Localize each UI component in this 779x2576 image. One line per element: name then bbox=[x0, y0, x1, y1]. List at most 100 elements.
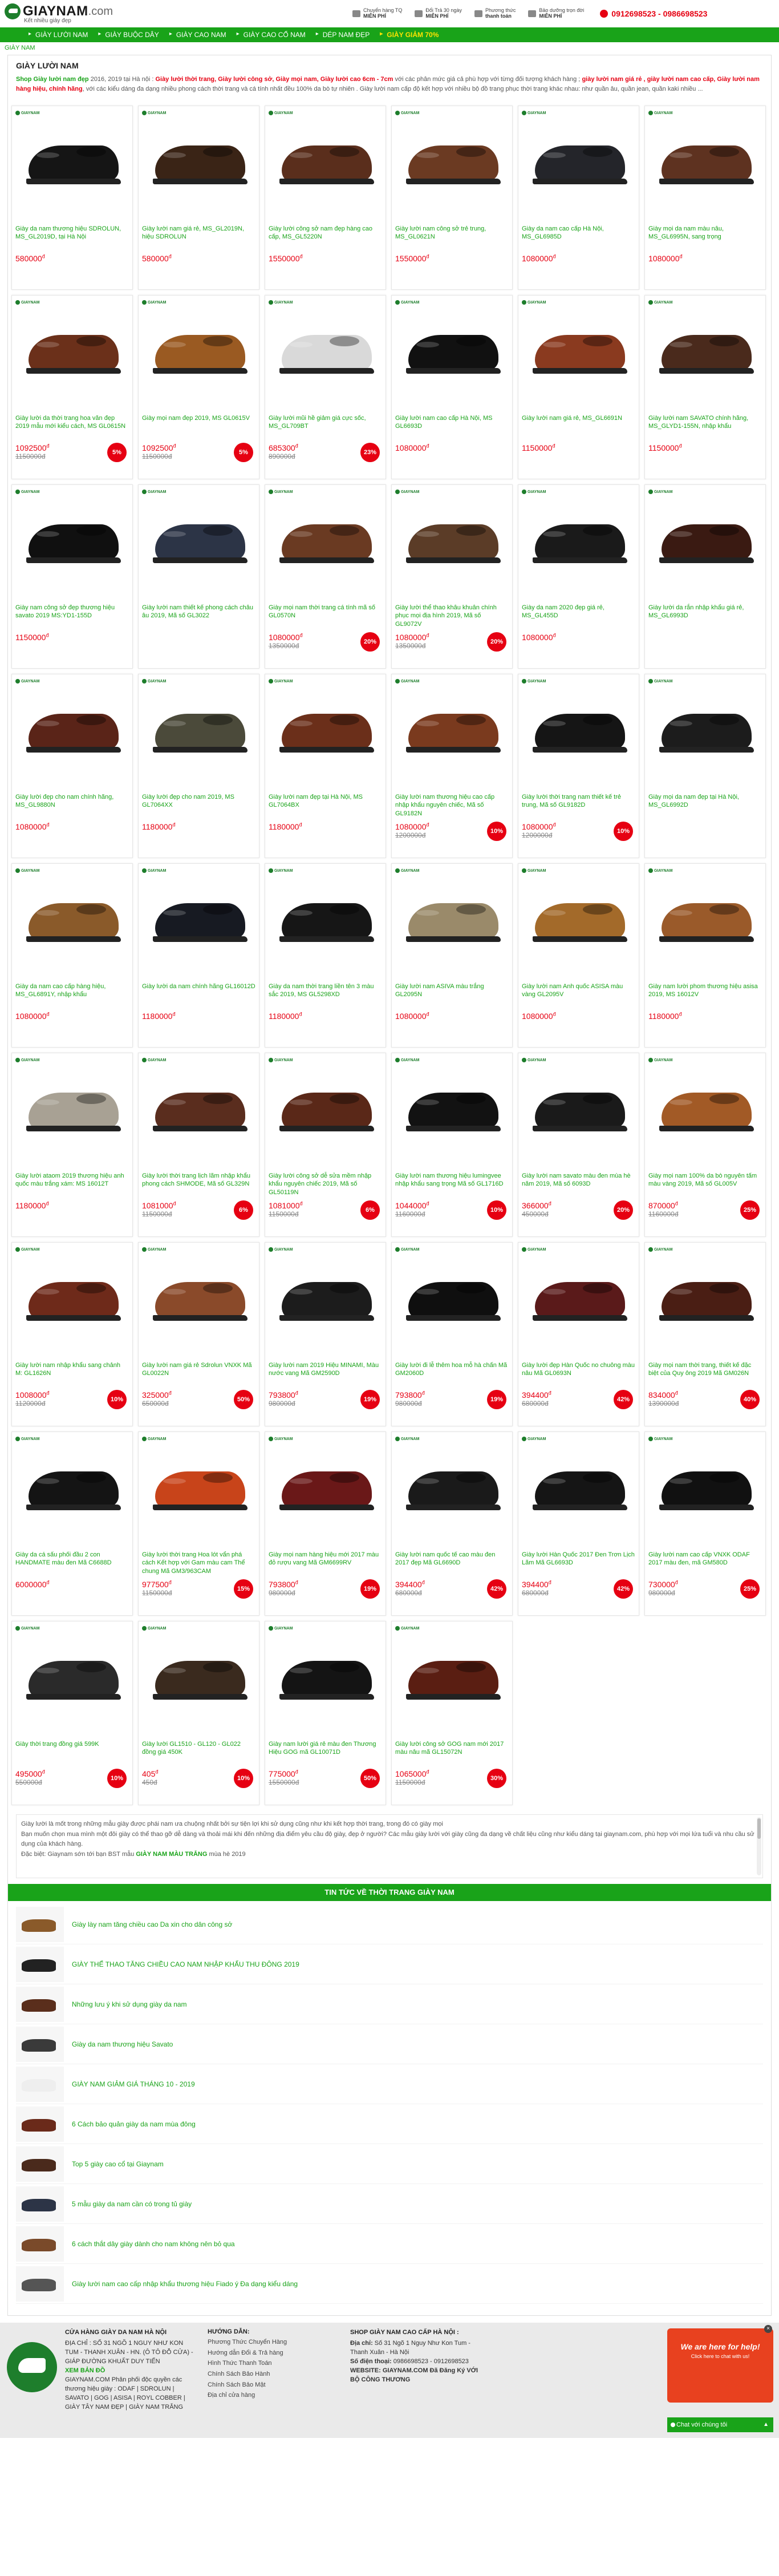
product-title[interactable]: Giày mọi nam thời trang cá tính mã số GL… bbox=[269, 604, 382, 629]
news-item[interactable]: Những lưu ý khi sử dụng giày da nam bbox=[16, 1984, 763, 2024]
nav-item[interactable]: DÉP NAM ĐẸP bbox=[314, 31, 378, 39]
product-card[interactable]: GIAYNAM Giày lười mũi hề giảm giá cực sốc… bbox=[265, 295, 386, 479]
product-image[interactable] bbox=[522, 874, 635, 963]
product-title[interactable]: Giày mọi nam thời trang, thiết kế đặc bi… bbox=[648, 1361, 762, 1386]
product-title[interactable]: Giày mọi da nam đẹp tại Hà Nội, MS_GL699… bbox=[648, 793, 762, 818]
product-image[interactable] bbox=[269, 1063, 382, 1152]
product-card[interactable]: GIAYNAM Giày lười nam giá rẻ Sdrolun VNXK… bbox=[138, 1242, 259, 1426]
product-image[interactable] bbox=[142, 116, 255, 205]
news-title[interactable]: 6 Cách bảo quản giày da nam mùa đông bbox=[72, 2120, 196, 2128]
chat-button[interactable]: Chat với chúng tôi ▲ bbox=[667, 2417, 773, 2432]
product-card[interactable]: GIAYNAM Giày lười nam quốc tế cao màu đen… bbox=[391, 1431, 513, 1616]
product-card[interactable]: GIAYNAM Giày lười thời trang lịch lãm nhậ… bbox=[138, 1053, 259, 1237]
news-thumbnail[interactable] bbox=[16, 2226, 64, 2262]
news-item[interactable]: Giày da nam thương hiệu Savato bbox=[16, 2024, 763, 2064]
news-title[interactable]: Những lưu ý khi sử dụng giày da nam bbox=[72, 2000, 187, 2008]
product-image[interactable] bbox=[15, 874, 129, 963]
product-image[interactable] bbox=[15, 1063, 129, 1152]
product-title[interactable]: Giày lười nam thiết kế phong cách châu â… bbox=[142, 604, 255, 629]
product-card[interactable]: GIAYNAM Giày lười nam giá rẻ, MS_GL2019N,… bbox=[138, 106, 259, 290]
news-thumbnail[interactable] bbox=[16, 2066, 64, 2102]
product-image[interactable] bbox=[269, 116, 382, 205]
header-feature[interactable]: Phương thức thanh toán bbox=[474, 7, 516, 19]
product-title[interactable]: Giày lười Hàn Quốc 2017 Đen Trơn Lịch Lã… bbox=[522, 1551, 635, 1576]
product-title[interactable]: Giày lười công sở nam đẹp hàng cao cấp, … bbox=[269, 225, 382, 250]
product-title[interactable]: Giày lười công sở dễ sửa mềm nhập khẩu n… bbox=[269, 1172, 382, 1197]
product-image[interactable] bbox=[142, 685, 255, 774]
product-title[interactable]: Giày da nam thương hiệu SDROLUN, MS_GL20… bbox=[15, 225, 129, 250]
product-image[interactable] bbox=[522, 495, 635, 584]
nav-item[interactable]: GIÀY CAO NAM bbox=[167, 31, 234, 39]
product-title[interactable]: Giày lười nam ASIVA màu trắng GL2095N bbox=[395, 982, 509, 1008]
product-title[interactable]: Giày lười nam thương hiệu cao cấp nhập k… bbox=[395, 793, 509, 818]
news-title[interactable]: GIÀY THỂ THAO TĂNG CHIỀU CAO NAM NHẬP KH… bbox=[72, 1960, 299, 1968]
footer-map-link[interactable]: XEM BẢN ĐỒ bbox=[65, 2367, 196, 2376]
product-title[interactable]: Giày lười công sở GOG nam mới 2017 màu n… bbox=[395, 1740, 509, 1765]
product-title[interactable]: Giày nam lười giá rẻ màu đen Thương Hiệu… bbox=[269, 1740, 382, 1765]
news-thumbnail[interactable] bbox=[16, 2106, 64, 2142]
product-card[interactable]: GIAYNAM Giày da nam cao cấp Hà Nội, MS_GL… bbox=[518, 106, 639, 290]
footer-guide-link[interactable]: Chính Sách Bảo Mật bbox=[208, 2380, 344, 2391]
news-item[interactable]: GIÀY THỂ THAO TĂNG CHIỀU CAO NAM NHẬP KH… bbox=[16, 1944, 763, 1984]
breadcrumb[interactable]: GIÀY NAM bbox=[0, 42, 779, 55]
product-card[interactable]: GIAYNAM Giày lười nam thương hiệu cao cấp… bbox=[391, 674, 513, 858]
product-image[interactable] bbox=[269, 1442, 382, 1531]
footer-guide-link[interactable]: Địa chỉ cửa hàng bbox=[208, 2390, 344, 2401]
product-card[interactable]: GIAYNAM Giày mọi da nam đẹp tại Hà Nội, M… bbox=[644, 674, 766, 858]
product-image[interactable] bbox=[648, 685, 762, 774]
news-thumbnail[interactable] bbox=[16, 1906, 64, 1942]
product-card[interactable]: GIAYNAM Giày lười công sở nam đẹp hàng ca… bbox=[265, 106, 386, 290]
product-image[interactable] bbox=[15, 306, 129, 395]
product-card[interactable]: GIAYNAM Giày lười công sở GOG nam mới 201… bbox=[391, 1621, 513, 1805]
news-title[interactable]: GIÀY NAM GIẢM GIÁ THÁNG 10 - 2019 bbox=[72, 2080, 195, 2088]
product-title[interactable]: Giày lười đẹp cho nam chính hãng, MS_GL9… bbox=[15, 793, 129, 818]
product-title[interactable]: Giày mọi da nam màu nâu, MS_GL6995N, san… bbox=[648, 225, 762, 250]
product-image[interactable] bbox=[15, 685, 129, 774]
product-card[interactable]: GIAYNAM Giày lười nam Anh quốc ASISA màu … bbox=[518, 863, 639, 1048]
product-title[interactable]: Giày lười nam Anh quốc ASISA màu vàng GL… bbox=[522, 982, 635, 1008]
product-title[interactable]: Giày nam lười phom thương hiệu asisa 201… bbox=[648, 982, 762, 1008]
product-title[interactable]: Giày lười nam thương hiệu lumingvee nhập… bbox=[395, 1172, 509, 1197]
product-image[interactable] bbox=[142, 495, 255, 584]
product-image[interactable] bbox=[269, 1632, 382, 1721]
nav-item[interactable]: GIÀY CAO CỔ NAM bbox=[234, 31, 314, 39]
product-image[interactable] bbox=[395, 1253, 509, 1342]
product-title[interactable]: Giày da nam thời trang liền tên 3 màu sắ… bbox=[269, 982, 382, 1008]
news-title[interactable]: 6 cách thắt dây giày dành cho nam không … bbox=[72, 2240, 235, 2248]
product-title[interactable]: Giày lười da nam chính hãng GL16012D bbox=[142, 982, 255, 1008]
product-card[interactable]: GIAYNAM Giày lười Hàn Quốc 2017 Đen Trơn … bbox=[518, 1431, 639, 1616]
product-card[interactable]: GIAYNAM Giày lười nam giá rẻ, MS_GL6691N 1… bbox=[518, 295, 639, 479]
product-card[interactable]: GIAYNAM Giày lười nam thiết kế phong cách… bbox=[138, 484, 259, 669]
product-card[interactable]: GIAYNAM Giày nam lười phom thương hiệu as… bbox=[644, 863, 766, 1048]
product-card[interactable]: GIAYNAM Giày mọi nam đẹp 2019, MS GL0615V… bbox=[138, 295, 259, 479]
product-title[interactable]: Giày lười nam savato màu đen mùa hè năm … bbox=[522, 1172, 635, 1197]
product-title[interactable]: Giày lười thời trang nam thiết kế trẻ tr… bbox=[522, 793, 635, 818]
product-image[interactable] bbox=[15, 1253, 129, 1342]
product-card[interactable]: GIAYNAM Giày lười thể thao khâu khuân chí… bbox=[391, 484, 513, 669]
seo-link[interactable]: GIÀY NAM MÀU TRẮNG bbox=[136, 1851, 207, 1858]
product-card[interactable]: GIAYNAM Giày lười thời trang Hoa lót vẩn … bbox=[138, 1431, 259, 1616]
product-image[interactable] bbox=[648, 874, 762, 963]
news-title[interactable]: Giày lười nam cao cấp nhập khẩu thương h… bbox=[72, 2280, 298, 2288]
news-title[interactable]: Giày da nam thương hiệu Savato bbox=[72, 2040, 173, 2048]
product-image[interactable] bbox=[395, 874, 509, 963]
product-card[interactable]: GIAYNAM Giày lười nam nhập khẩu sang chản… bbox=[11, 1242, 133, 1426]
product-image[interactable] bbox=[269, 1253, 382, 1342]
news-item[interactable]: Top 5 giày cao cổ tại Giaynam bbox=[16, 2144, 763, 2184]
news-thumbnail[interactable] bbox=[16, 1986, 64, 2022]
product-image[interactable] bbox=[648, 116, 762, 205]
product-title[interactable]: Giày lười thời trang Hoa lót vẩn phá các… bbox=[142, 1551, 255, 1576]
product-card[interactable]: GIAYNAM Giày lười nam savato màu đen mùa … bbox=[518, 1053, 639, 1237]
product-title[interactable]: Giày lười thời trang lịch lãm nhập khẩu … bbox=[142, 1172, 255, 1197]
product-title[interactable]: Giày thời trang đồng giá 599K bbox=[15, 1740, 129, 1765]
product-card[interactable]: GIAYNAM Giày lười nam thương hiệu lumingv… bbox=[391, 1053, 513, 1237]
news-title[interactable]: 5 mẫu giày da nam cần có trong tủ giày bbox=[72, 2200, 192, 2208]
product-title[interactable]: Giày lười đẹp cho nam 2019, MS GL7064XX bbox=[142, 793, 255, 818]
product-title[interactable]: Giày lười thể thao khâu khuân chính phục… bbox=[395, 604, 509, 629]
product-title[interactable]: Giày mọi nam đẹp 2019, MS GL0615V bbox=[142, 414, 255, 439]
product-image[interactable] bbox=[522, 1253, 635, 1342]
product-image[interactable] bbox=[142, 1632, 255, 1721]
product-card[interactable]: GIAYNAM Giày lười đi lễ thêm hoa mỗ hà ch… bbox=[391, 1242, 513, 1426]
product-card[interactable]: GIAYNAM Giày mọi nam 100% da bò nguyên tấ… bbox=[644, 1053, 766, 1237]
product-card[interactable]: GIAYNAM Giày mọi nam thời trang, thiết kế… bbox=[644, 1242, 766, 1426]
